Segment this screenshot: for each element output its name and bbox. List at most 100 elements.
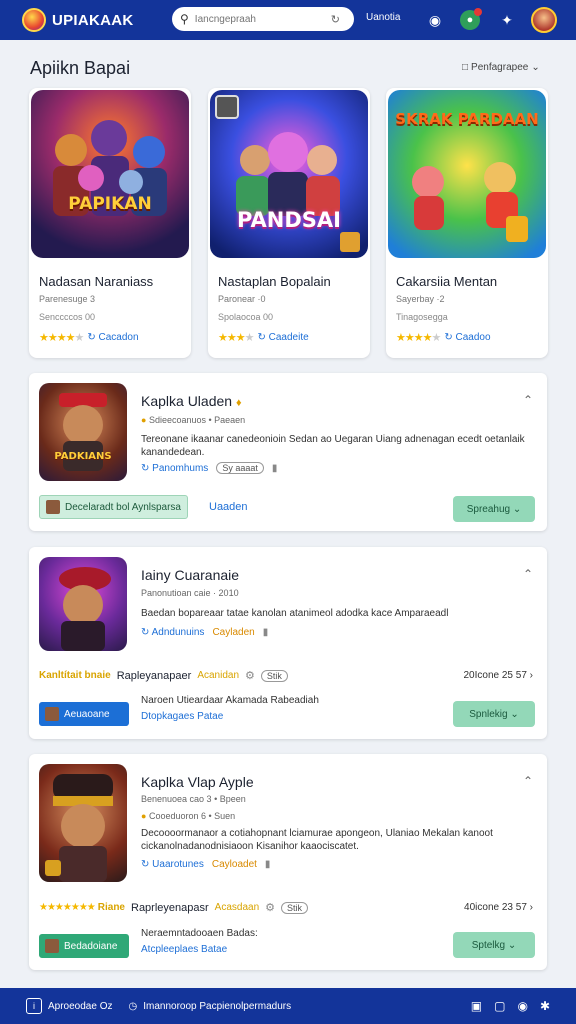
clock-icon: ● <box>141 415 147 425</box>
game-description: Decoooormanaor a cotiahopnant lciamurae … <box>141 828 493 852</box>
game-list-card[interactable]: Iainy Cuaranaie Panonutioan caie · 2010 … <box>29 547 547 739</box>
award-icon: ♦ <box>235 397 242 409</box>
tag-link[interactable]: ↻ Adndunuins <box>141 627 204 638</box>
expand-button[interactable]: Spnlekig ⌄ <box>453 701 535 727</box>
row-pill[interactable]: Stik <box>260 669 288 682</box>
game-description: Tereonane ikaanar canedeonioin Sedan ao … <box>141 434 525 458</box>
download-link[interactable]: ↻ Caadoo <box>444 332 490 343</box>
star-rating: ★★★★★ <box>396 332 441 344</box>
chip-thumbnail <box>45 939 59 953</box>
category-chip[interactable]: Decelaradt bol Aynlsparsa <box>39 495 188 519</box>
chevron-up-icon[interactable]: ⌃ <box>523 774 533 788</box>
art-title: PAPIKAN <box>68 194 152 214</box>
tag-row: ↻ Adndunuins Cayladen ▮ <box>141 627 268 638</box>
game-meta: Benenuoea cao 3 • Bpeen <box>141 794 246 804</box>
search-box[interactable]: ⚲ ↻ <box>172 7 354 31</box>
tag-gold[interactable]: Cayloadet <box>212 859 257 870</box>
game-title: Cakarsiia Mentan <box>396 274 498 289</box>
sort-dropdown[interactable]: □ Penfagrapee ⌄ <box>462 62 540 73</box>
copy-icon[interactable]: ▢ <box>494 999 505 1013</box>
expand-button[interactable]: Spreahug ⌄ <box>453 496 535 522</box>
gold-label: Riane <box>97 902 125 913</box>
expand-button[interactable]: Sptelkg ⌄ <box>453 932 535 958</box>
download-link[interactable]: ↻ Cacadon <box>87 332 138 343</box>
top-bar: UPIAKAAK ⚲ ↻ Uanotia ◉ ● ✦ <box>0 0 576 40</box>
headset-icon[interactable]: ◉ <box>424 9 446 31</box>
star-rating: ★★★★★ <box>39 332 84 344</box>
refresh-icon[interactable]: ↻ <box>331 13 340 26</box>
game-art: SKRAK PARDAAN <box>388 90 546 258</box>
tag-link[interactable]: ↻ Uaarotunes <box>141 859 204 870</box>
user-avatar[interactable] <box>531 7 557 33</box>
settings-icon[interactable]: ◉ <box>517 999 527 1013</box>
wand-icon[interactable]: ✦ <box>496 9 518 31</box>
gear-icon[interactable]: ⚙ <box>265 901 275 914</box>
game-name: Kaplka Vlap Ayple <box>141 774 254 790</box>
star-rating: ★★★★★★★ <box>39 902 96 913</box>
row-label: Rapleyanapaer <box>116 669 192 682</box>
game-title: Nastaplan Bopalain <box>218 274 331 289</box>
sub-link[interactable]: Atcpleeplaes Batae <box>141 944 227 955</box>
nav-link[interactable]: Uanotia <box>366 12 400 23</box>
sub-line: Neraemntadooaen Badas: <box>141 928 258 939</box>
bookmark-icon[interactable]: ▮ <box>265 859 271 870</box>
star-rating: ★★★★ <box>218 332 254 344</box>
share-icon[interactable]: ▣ <box>471 999 482 1013</box>
row-right[interactable]: 20Icone 25 57 › <box>464 670 534 681</box>
game-subtitle: Parenesuge 3 <box>39 294 96 304</box>
tag-link[interactable]: ↻ Panomhums <box>141 463 208 474</box>
game-art-figures <box>53 120 167 216</box>
row-right[interactable]: 40icone 23 57 › <box>464 902 533 913</box>
clock-icon: ● <box>141 811 147 821</box>
chevron-down-icon: ⌄ <box>510 708 519 720</box>
chevron-down-icon: ⌄ <box>512 503 522 515</box>
bookmark-icon[interactable]: ▮ <box>272 463 278 474</box>
game-meta: Tinagosegga <box>396 312 448 322</box>
brand-name[interactable]: UPIAKAAK <box>52 12 134 29</box>
game-icon-figure <box>45 774 113 882</box>
icon-title: PADKIANS <box>54 451 112 462</box>
game-list-card[interactable]: Kaplka Vlap Ayple Benenuoea cao 3 • Bpee… <box>29 754 547 970</box>
chevron-up-icon[interactable]: ⌃ <box>523 567 533 581</box>
footer-middle[interactable]: Imannoroop Pacpienolpermadurs <box>143 1001 291 1012</box>
footer-left[interactable]: Aproeodae Oz <box>48 1001 113 1012</box>
game-name: Kaplka Uladen ♦ <box>141 393 242 409</box>
gold-label: Kanltítait bnaie <box>39 670 111 681</box>
footer-bar: i Aproeodae Oz ◷ Imannoroop Pacpienolper… <box>0 988 576 1024</box>
row-label: Raprleyenapasr <box>131 901 209 914</box>
game-subtitle: Sayerbay ·2 <box>396 294 445 304</box>
row-gold: Acasdaan <box>214 902 260 913</box>
game-list-card[interactable]: PADKIANS Kaplka Uladen ♦ ● Sdieecoanuos … <box>29 373 547 531</box>
sort-label: Penfagrapee <box>471 62 529 73</box>
featured-card[interactable]: PANDSAI Nastaplan Bopalain Paronear ·0 S… <box>208 88 370 358</box>
gear-icon[interactable]: ⚙ <box>245 669 255 682</box>
category-chip[interactable]: Bedadoiane <box>39 934 129 958</box>
search-input[interactable] <box>194 13 331 25</box>
bug-icon[interactable]: ✱ <box>540 999 550 1013</box>
game-subtitle: Paronear ·0 <box>218 294 266 304</box>
art-title: SKRAK PARDAAN <box>395 110 539 128</box>
game-icon-figure <box>59 567 111 651</box>
row-pill[interactable]: Stik <box>281 901 309 914</box>
chevron-up-icon[interactable]: ⌃ <box>523 393 533 407</box>
featured-card[interactable]: PAPIKAN Nadasan Naraniass Parenesuge 3 S… <box>29 88 191 358</box>
info-icon[interactable]: i <box>26 998 42 1014</box>
footer-icons: ▣ ▢ ◉ ✱ <box>471 999 550 1013</box>
featured-card[interactable]: SKRAK PARDAAN Cakarsiia Mentan Sayerbay … <box>386 88 548 358</box>
globe-icon[interactable]: ● <box>460 8 482 30</box>
download-link[interactable]: ↻ Caadeite <box>257 332 308 343</box>
tag-gold[interactable]: Cayladen <box>212 627 254 638</box>
brand-logo[interactable] <box>22 8 46 32</box>
notification-dot <box>474 8 482 16</box>
art-title: PANDSAI <box>237 208 341 232</box>
rating-row: ★★★★★ ↻ Cacadon <box>39 331 139 344</box>
bookmark-icon[interactable]: ▮ <box>263 627 269 638</box>
tag-pill[interactable]: Sy aaaat <box>216 462 264 474</box>
game-meta: Spolaocoa 00 <box>218 312 274 322</box>
chevron-down-icon: ⌄ <box>507 939 517 951</box>
sub-link[interactable]: Dtopkagaes Patae <box>141 711 223 722</box>
category-chip[interactable]: Aeuaoane <box>39 702 129 726</box>
detail-link[interactable]: Uaaden <box>209 501 248 513</box>
game-name: Iainy Cuaranaie <box>141 567 240 583</box>
row-gold: Acanidan <box>197 670 240 681</box>
